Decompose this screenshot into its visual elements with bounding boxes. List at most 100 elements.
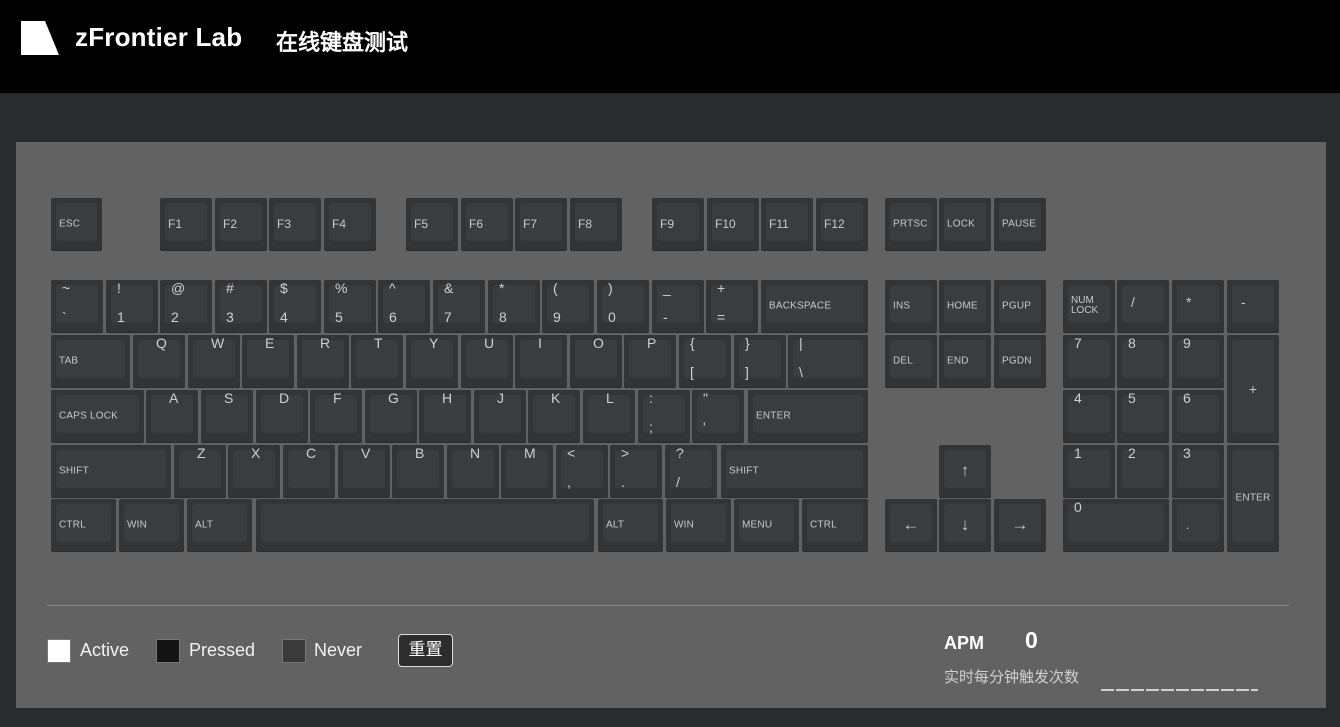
key-number-row-6[interactable]: ^ 6 bbox=[378, 280, 430, 332]
brand-name[interactable]: zFrontier Lab bbox=[75, 22, 242, 53]
key-number-row-12[interactable]: + = bbox=[706, 280, 758, 332]
key-bottom-letter-4[interactable]: B bbox=[392, 445, 444, 497]
key-letter-9[interactable]: P bbox=[624, 335, 676, 387]
key-f11[interactable]: F11 bbox=[761, 198, 813, 250]
key-f6[interactable]: F6 bbox=[461, 198, 513, 250]
key-backspace[interactable]: BACKSPACE bbox=[761, 280, 868, 332]
key-home[interactable]: HOME bbox=[939, 280, 991, 332]
key-home-punct-1[interactable]: " ' bbox=[692, 390, 744, 442]
key-number-row-10[interactable]: ) 0 bbox=[597, 280, 649, 332]
key-enter[interactable]: ENTER bbox=[748, 390, 868, 442]
key-alt-right[interactable]: ALT bbox=[598, 499, 663, 551]
key-delete[interactable]: DEL bbox=[885, 335, 937, 387]
key-bottom-letter-2[interactable]: C bbox=[283, 445, 335, 497]
key-insert[interactable]: INS bbox=[885, 280, 937, 332]
key-f10[interactable]: F10 bbox=[707, 198, 759, 250]
key-f5[interactable]: F5 bbox=[406, 198, 458, 250]
key-shift-left[interactable]: SHIFT bbox=[51, 445, 171, 497]
key-arrow-right[interactable]: → bbox=[994, 499, 1046, 551]
key-num-slash[interactable]: / bbox=[1117, 280, 1169, 332]
key-number-row-1[interactable]: ! 1 bbox=[106, 280, 158, 332]
key-num-3[interactable]: 3 bbox=[1172, 445, 1224, 497]
key-num-0[interactable]: 0 bbox=[1063, 499, 1169, 551]
key-alt-left[interactable]: ALT bbox=[187, 499, 252, 551]
key-number-row-5[interactable]: % 5 bbox=[324, 280, 376, 332]
key-number-row-9[interactable]: (9 bbox=[542, 280, 594, 332]
key-bottom-letter-5[interactable]: N bbox=[447, 445, 499, 497]
key-bottom-punct-2[interactable]: ? / bbox=[665, 445, 717, 497]
key-f3[interactable]: F3 bbox=[269, 198, 321, 250]
key-shift-right[interactable]: SHIFT bbox=[721, 445, 868, 497]
key-backslash[interactable]: | \ bbox=[788, 335, 868, 387]
key-arrow-left[interactable]: ← bbox=[885, 499, 937, 551]
key-home-row-6[interactable]: J bbox=[474, 390, 526, 442]
key-bottom-letter-0[interactable]: Z bbox=[174, 445, 226, 497]
key-tab[interactable]: TAB bbox=[51, 335, 130, 387]
key-esc[interactable]: ESC bbox=[51, 198, 102, 250]
key-f9[interactable]: F9 bbox=[652, 198, 704, 250]
key-num-8[interactable]: 8 bbox=[1117, 335, 1169, 387]
key-num-plus[interactable]: + bbox=[1227, 335, 1279, 442]
key-number-row-4[interactable]: $4 bbox=[269, 280, 321, 332]
key-arrow-up[interactable]: ↑ bbox=[939, 445, 991, 497]
key-letter-6[interactable]: U bbox=[461, 335, 513, 387]
key-bottom-punct-1[interactable]: >. bbox=[610, 445, 662, 497]
key-letter-2[interactable]: E bbox=[242, 335, 294, 387]
key-arrow-down[interactable]: ↓ bbox=[939, 499, 991, 551]
key-scroll-lock[interactable]: LOCK bbox=[939, 198, 991, 250]
key-home-row-5[interactable]: H bbox=[419, 390, 471, 442]
key-win-left[interactable]: WIN bbox=[119, 499, 184, 551]
key-home-row-8[interactable]: L bbox=[583, 390, 635, 442]
key-home-row-2[interactable]: D bbox=[256, 390, 308, 442]
key-f7[interactable]: F7 bbox=[515, 198, 567, 250]
key-page-up[interactable]: PGUP bbox=[994, 280, 1046, 332]
key-num-4[interactable]: 4 bbox=[1063, 390, 1115, 442]
key-num-5[interactable]: 5 bbox=[1117, 390, 1169, 442]
key-num-2[interactable]: 2 bbox=[1117, 445, 1169, 497]
key-f12[interactable]: F12 bbox=[816, 198, 868, 250]
key-pause[interactable]: PAUSE bbox=[994, 198, 1046, 250]
key-f1[interactable]: F1 bbox=[160, 198, 212, 250]
key-caps-lock[interactable]: CAPS LOCK bbox=[51, 390, 144, 442]
key-prtsc[interactable]: PRTSC bbox=[885, 198, 937, 250]
key-letter-8[interactable]: O bbox=[570, 335, 622, 387]
key-number-row-8[interactable]: * 8 bbox=[488, 280, 540, 332]
key-number-row-11[interactable]: _ - bbox=[652, 280, 704, 332]
key-letter-4[interactable]: T bbox=[351, 335, 403, 387]
reset-button[interactable]: 重置 bbox=[398, 634, 453, 667]
key-num-dot[interactable]: . bbox=[1172, 499, 1224, 551]
key-home-row-4[interactable]: G bbox=[365, 390, 417, 442]
key-ctrl-left[interactable]: CTRL bbox=[51, 499, 116, 551]
key-bracket-0[interactable]: {[ bbox=[679, 335, 731, 387]
key-letter-1[interactable]: W bbox=[188, 335, 240, 387]
key-num-9[interactable]: 9 bbox=[1172, 335, 1224, 387]
key-bracket-1[interactable]: }] bbox=[734, 335, 786, 387]
key-num-lock[interactable]: NUM LOCK bbox=[1063, 280, 1115, 332]
key-bottom-letter-1[interactable]: X bbox=[228, 445, 280, 497]
key-end[interactable]: END bbox=[939, 335, 991, 387]
key-number-row-7[interactable]: & 7 bbox=[433, 280, 485, 332]
key-letter-3[interactable]: R bbox=[297, 335, 349, 387]
key-num-star[interactable]: * bbox=[1172, 280, 1224, 332]
key-home-punct-0[interactable]: :; bbox=[638, 390, 690, 442]
key-menu[interactable]: MENU bbox=[734, 499, 799, 551]
key-bottom-letter-3[interactable]: V bbox=[338, 445, 390, 497]
key-bottom-punct-0[interactable]: <, bbox=[556, 445, 608, 497]
key-home-row-0[interactable]: A bbox=[146, 390, 198, 442]
key-letter-0[interactable]: Q bbox=[133, 335, 185, 387]
key-num-7[interactable]: 7 bbox=[1063, 335, 1115, 387]
key-bottom-letter-6[interactable]: M bbox=[501, 445, 553, 497]
key-home-row-3[interactable]: F bbox=[310, 390, 362, 442]
key-number-row-0[interactable]: ~ ` bbox=[51, 280, 103, 332]
key-f4[interactable]: F4 bbox=[324, 198, 376, 250]
key-num-minus[interactable]: - bbox=[1227, 280, 1279, 332]
key-num-enter[interactable]: ENTER bbox=[1227, 445, 1279, 551]
key-letter-7[interactable]: I bbox=[515, 335, 567, 387]
key-letter-5[interactable]: Y bbox=[406, 335, 458, 387]
key-space[interactable] bbox=[256, 499, 594, 551]
key-f2[interactable]: F2 bbox=[215, 198, 267, 250]
key-f8[interactable]: F8 bbox=[570, 198, 622, 250]
key-page-down[interactable]: PGDN bbox=[994, 335, 1046, 387]
key-ctrl-right[interactable]: CTRL bbox=[802, 499, 868, 551]
key-home-row-1[interactable]: S bbox=[201, 390, 253, 442]
